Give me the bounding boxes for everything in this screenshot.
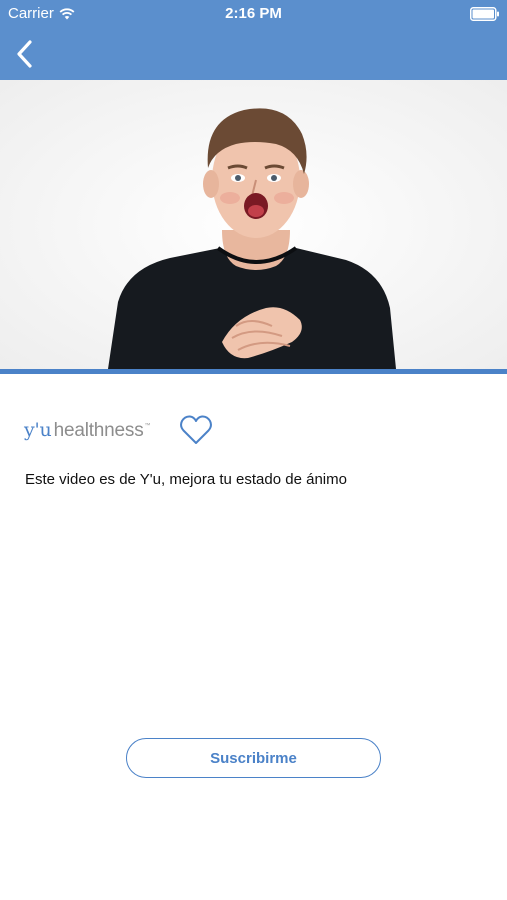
status-time: 2:16 PM [225, 5, 282, 22]
logo-trademark: ™ [144, 422, 151, 429]
subscribe-button[interactable]: Suscribirme [126, 738, 381, 778]
yu-healthness-logo: y'u healthness ™ [24, 418, 151, 442]
chevron-left-icon [17, 40, 32, 68]
status-bar: Carrier 2:16 PM [0, 0, 507, 28]
heart-outline-icon [180, 415, 212, 444]
video-progress-bar[interactable] [0, 369, 507, 374]
app-header: Carrier 2:16 PM [0, 0, 507, 80]
back-button[interactable] [8, 36, 40, 72]
logo-yu-text: y'u [24, 418, 52, 441]
video-player[interactable] [0, 80, 507, 369]
logo-healthness-text: healthness [53, 419, 144, 441]
video-frame-image [0, 80, 507, 369]
video-description: Este video es de Y'u, mejora tu estado d… [25, 471, 347, 488]
favorite-button[interactable] [179, 413, 213, 447]
brand-logo: y'u healthness ™ [24, 412, 151, 448]
battery-icon [470, 7, 499, 21]
navigation-bar [0, 28, 507, 80]
